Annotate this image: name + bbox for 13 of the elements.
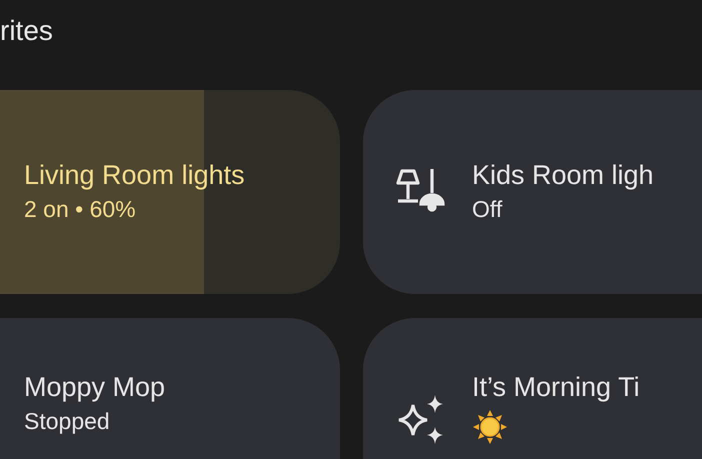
device-tile[interactable]: Kids Room ligh Off	[363, 90, 702, 294]
sun-icon	[472, 409, 508, 446]
tile-title: Kids Room ligh	[472, 159, 654, 192]
device-tile[interactable]: It’s Morning Ti	[363, 318, 702, 459]
tile-title: Living Room lights	[24, 159, 245, 192]
section-title: rites	[0, 15, 53, 46]
tile-title: Moppy Mop	[24, 371, 166, 404]
device-tile[interactable]: Moppy Mop Stopped	[0, 318, 340, 459]
tile-status: Off	[472, 195, 504, 224]
device-tile[interactable]: Living Room lights 2 on • 60%	[0, 90, 340, 294]
tile-status: Stopped	[24, 407, 111, 436]
tile-status: 2 on • 60%	[24, 195, 137, 224]
tile-title: It’s Morning Ti	[472, 371, 640, 404]
